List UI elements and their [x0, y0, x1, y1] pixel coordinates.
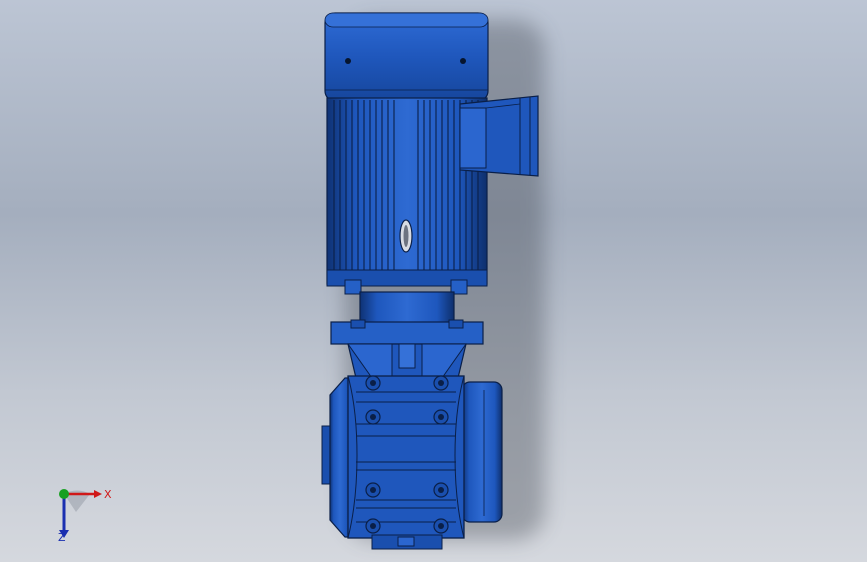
bolt-socket — [438, 487, 444, 493]
y-axis-dot — [59, 489, 69, 499]
bolt-socket — [370, 414, 376, 420]
output-flange-right[interactable] — [461, 381, 503, 523]
bolt-socket — [438, 414, 444, 420]
cover-screw-right — [460, 58, 466, 64]
gear-motor-model[interactable] — [0, 0, 867, 562]
x-axis-label: X — [104, 488, 112, 501]
z-axis-label: Z — [58, 531, 66, 544]
gearbox-base[interactable] — [371, 534, 443, 550]
bolt-socket — [438, 380, 444, 386]
motor-adapter[interactable] — [359, 291, 455, 327]
bolt-socket — [438, 523, 444, 529]
bolt-socket — [370, 487, 376, 493]
cad-viewport[interactable]: X Z — [0, 0, 867, 562]
cover-screw-left — [345, 58, 351, 64]
terminal-box[interactable] — [459, 95, 539, 177]
gearbox-input-housing[interactable] — [347, 343, 467, 379]
orientation-triad: X Z — [40, 480, 120, 550]
fan-cover[interactable] — [324, 12, 489, 102]
flange[interactable] — [330, 319, 484, 345]
bolt-socket — [370, 380, 376, 386]
gearbox-housing[interactable] — [329, 375, 465, 539]
bolt-socket — [370, 523, 376, 529]
